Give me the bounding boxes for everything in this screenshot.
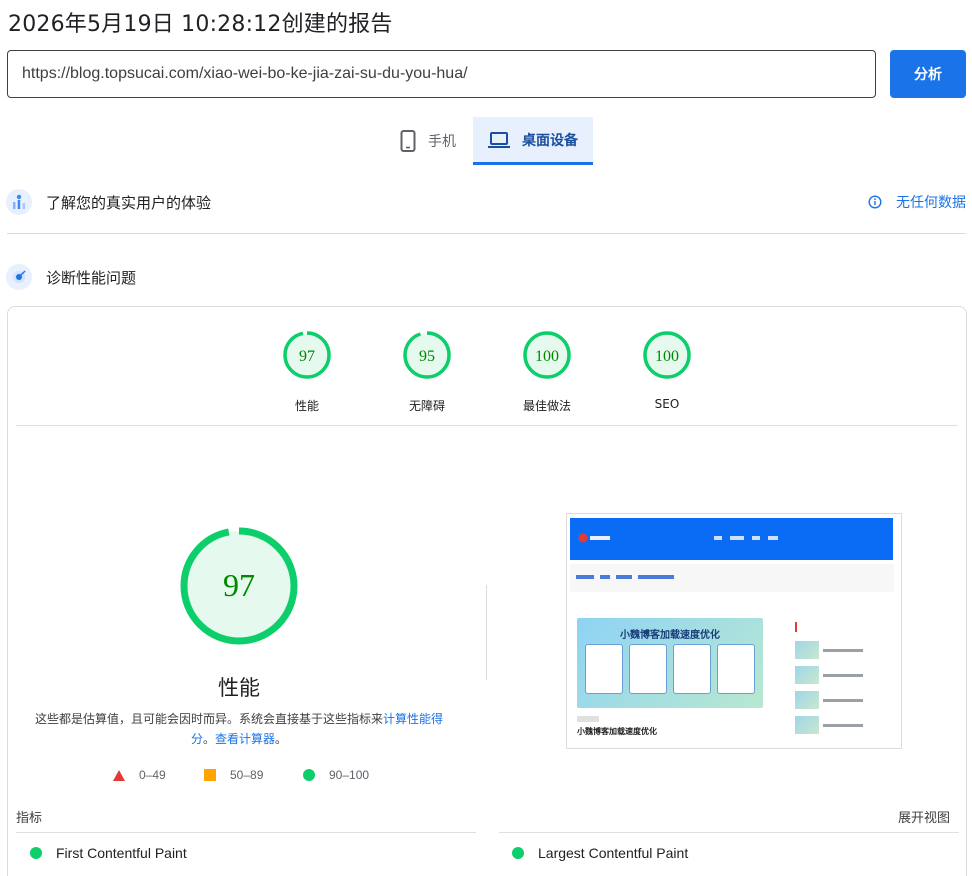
no-data-status[interactable]: 无任何数据 [868, 192, 966, 212]
sidebar-post [795, 690, 891, 710]
lighthouse-icon [6, 264, 32, 290]
vertical-divider [486, 585, 487, 680]
category-label: 性能 [294, 399, 319, 413]
circle-icon [303, 769, 315, 781]
metric-name: First Contentful Paint [56, 845, 187, 861]
category-gauge-seo[interactable]: 100 SEO [627, 330, 707, 411]
no-data-label: 无任何数据 [896, 195, 966, 211]
metrics-header: 指标 [16, 811, 43, 826]
gauges-divider [16, 425, 958, 426]
legend-pass-range: 90–100 [329, 768, 370, 782]
legend-fail: 0–49 [113, 768, 166, 782]
view-calculator-link[interactable]: 查看计算器 [215, 732, 275, 746]
thumbnail-nav-bar [570, 518, 893, 560]
metric-divider [499, 832, 959, 833]
category-gauge-best-practices[interactable]: 100 最佳做法 [507, 330, 587, 414]
banner-card [717, 644, 755, 694]
page-screenshot-thumbnail[interactable]: 小魏博客加载速度优化 小魏博客加载速度优化 [566, 513, 902, 749]
thumbnail-banner-title: 小魏博客加载速度优化 [620, 630, 720, 641]
expand-view-button[interactable]: 展开视图 [898, 807, 950, 826]
score-value: 97 [299, 348, 315, 365]
sidebar-post [795, 640, 891, 660]
smartphone-icon [400, 130, 416, 152]
thumbnail-banner: 小魏博客加载速度优化 [577, 618, 763, 708]
sidebar-heading [795, 622, 891, 632]
nav-links-icon [714, 536, 778, 540]
url-input[interactable] [7, 50, 876, 98]
thumbnail-post-title: 小魏博客加载速度优化 [577, 727, 657, 736]
note-end: 。 [275, 732, 288, 746]
legend-average-range: 50–89 [230, 768, 264, 782]
note-text: 这些都是估算值，且可能会因时而异。系统会直接基于这些指标来 [34, 712, 383, 726]
score-ring: 95 [403, 331, 451, 379]
report-title: 2026年5月19日 10:28:12创建的报告 [8, 12, 393, 37]
performance-score-value: 97 [223, 567, 255, 603]
category-gauge-accessibility[interactable]: 95 无障碍 [387, 330, 467, 414]
category-label: SEO [654, 397, 680, 411]
info-icon [868, 195, 882, 209]
tab-mobile[interactable]: 手机 [383, 117, 473, 165]
score-ring: 97 [283, 331, 331, 379]
tab-desktop-label: 桌面设备 [522, 132, 578, 149]
banner-card [629, 644, 667, 694]
field-data-section: 了解您的真实用户的体验 无任何数据 [6, 189, 966, 215]
category-gauge-performance[interactable]: 97 性能 [267, 330, 347, 414]
pass-dot-icon [30, 847, 42, 859]
metric-name: Largest Contentful Paint [538, 845, 689, 861]
performance-score-gauge: 97 [180, 527, 298, 645]
note-sep: 。 [202, 732, 215, 746]
section-divider [7, 233, 966, 234]
legend-fail-range: 0–49 [139, 768, 166, 782]
lab-data-section: 诊断性能问题 [6, 264, 966, 290]
legend-average: 50–89 [204, 768, 263, 782]
metric-divider [16, 832, 476, 833]
square-icon [204, 769, 216, 781]
sidebar-post [795, 715, 891, 735]
legend-pass: 90–100 [303, 768, 369, 782]
score-value: 100 [655, 348, 679, 365]
score-value: 100 [535, 348, 559, 365]
performance-label: 性能 [218, 676, 260, 700]
banner-card [673, 644, 711, 694]
thumbnail-post-tag [577, 716, 599, 722]
pass-dot-icon [512, 847, 524, 859]
category-label: 无障碍 [408, 399, 445, 413]
thumbnail-sidebar [795, 622, 891, 740]
thumbnail-breadcrumb [570, 564, 894, 592]
analyze-button[interactable]: 分析 [890, 50, 966, 98]
field-data-title: 了解您的真实用户的体验 [46, 193, 212, 212]
lab-data-title: 诊断性能问题 [46, 268, 137, 287]
score-value: 95 [419, 348, 435, 365]
breadcrumb-lines-icon [576, 575, 674, 579]
category-label: 最佳做法 [522, 399, 571, 413]
score-ring: 100 [523, 331, 571, 379]
tab-desktop[interactable]: 桌面设备 [473, 117, 593, 165]
sidebar-post [795, 665, 891, 685]
laptop-icon [488, 131, 510, 148]
tab-mobile-label: 手机 [428, 134, 456, 150]
banner-card [585, 644, 623, 694]
site-logo-icon [578, 533, 610, 543]
triangle-icon [113, 769, 125, 781]
score-ring: 100 [643, 331, 691, 379]
score-note: 这些都是估算值，且可能会因时而异。系统会直接基于这些指标来计算性能得分。查看计算… [30, 709, 448, 749]
metric-fcp[interactable]: First Contentful Paint [30, 845, 187, 861]
metric-lcp[interactable]: Largest Contentful Paint [512, 845, 688, 861]
users-chart-icon [6, 189, 32, 215]
